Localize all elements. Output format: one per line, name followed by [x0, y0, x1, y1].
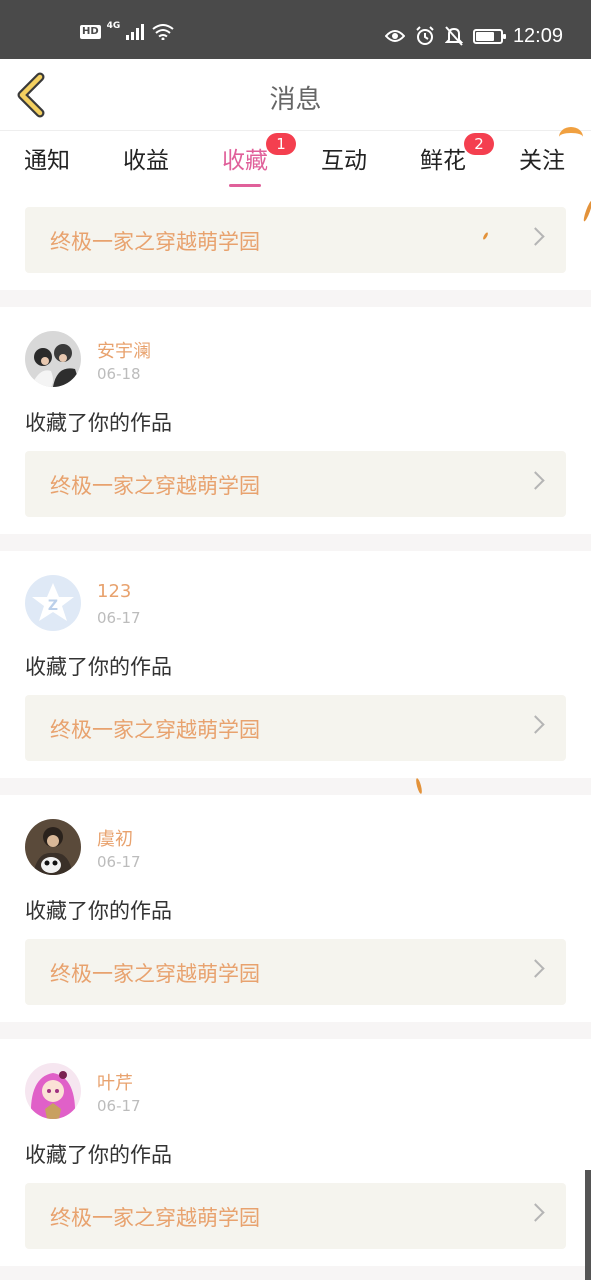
action-text: 收藏了你的作品	[25, 1143, 172, 1167]
tab-earnings[interactable]: 收益	[123, 141, 169, 175]
message-list: 终极一家之穿越萌学园 安宇澜 06-18 收藏了你的作品 终极一家之穿越萌学园	[0, 189, 591, 1266]
tab-label: 互动	[321, 148, 367, 174]
chevron-right-icon	[526, 1203, 545, 1222]
alarm-icon	[416, 26, 434, 45]
tab-label: 关注	[519, 148, 565, 174]
user-name[interactable]: 虞初	[97, 825, 133, 851]
list-item: 安宇澜 06-18 收藏了你的作品 终极一家之穿越萌学园	[0, 307, 591, 534]
eye-icon	[384, 30, 405, 42]
timestamp: 06-17	[97, 853, 141, 871]
avatar[interactable]: Z	[25, 575, 81, 631]
work-link[interactable]: 终极一家之穿越萌学园	[25, 207, 566, 273]
scrollbar[interactable]	[585, 1170, 591, 1280]
tab-favorites[interactable]: 收藏 1	[222, 133, 296, 187]
tab-bar: 通知 收益 收藏 1 互动 鲜花 2 关注	[0, 127, 591, 189]
tab-label: 通知	[24, 148, 70, 174]
timestamp: 06-17	[97, 1097, 141, 1115]
work-title: 终极一家之穿越萌学园	[50, 718, 260, 742]
page-title: 消息	[269, 85, 322, 115]
work-link[interactable]: 终极一家之穿越萌学园	[25, 1183, 566, 1249]
tab-label: 收藏	[222, 148, 268, 174]
work-title: 终极一家之穿越萌学园	[50, 962, 260, 986]
top-bar: 消息	[0, 59, 591, 131]
default-avatar-icon: Z	[25, 575, 81, 631]
unread-badge: 2	[464, 133, 494, 155]
list-item: 叶芹 06-17 收藏了你的作品 终极一家之穿越萌学园	[0, 1039, 591, 1266]
work-title: 终极一家之穿越萌学园	[50, 230, 260, 254]
timestamp: 06-17	[97, 609, 141, 627]
decoration	[559, 127, 583, 147]
tab-interactions[interactable]: 互动	[321, 141, 367, 175]
tab-flowers[interactable]: 鲜花 2	[420, 133, 494, 175]
tab-label: 收益	[123, 148, 169, 174]
wifi-icon	[152, 24, 174, 40]
chevron-right-icon	[526, 715, 545, 734]
status-bar: HD 4G 12:09	[0, 0, 591, 59]
action-text: 收藏了你的作品	[25, 899, 172, 923]
list-item: 虞初 06-17 收藏了你的作品 终极一家之穿越萌学园	[0, 795, 591, 1022]
svg-text:Z: Z	[48, 598, 58, 614]
unread-badge: 1	[266, 133, 296, 155]
work-link[interactable]: 终极一家之穿越萌学园	[25, 939, 566, 1005]
work-title: 终极一家之穿越萌学园	[50, 1206, 260, 1230]
action-text: 收藏了你的作品	[25, 655, 172, 679]
avatar[interactable]	[25, 1063, 81, 1119]
signal-icon	[126, 24, 145, 40]
action-text: 收藏了你的作品	[25, 411, 172, 435]
timestamp: 06-18	[97, 365, 141, 383]
user-name[interactable]: 123	[97, 581, 131, 602]
battery-icon	[472, 28, 506, 44]
user-name[interactable]: 安宇澜	[97, 337, 151, 363]
active-tab-indicator	[229, 184, 261, 187]
chevron-right-icon	[526, 959, 545, 978]
chevron-right-icon	[526, 227, 545, 246]
mute-icon	[444, 26, 463, 46]
avatar[interactable]	[25, 819, 81, 875]
tab-label: 鲜花	[420, 148, 466, 174]
work-link[interactable]: 终极一家之穿越萌学园	[25, 451, 566, 517]
work-title: 终极一家之穿越萌学园	[50, 474, 260, 498]
status-left: HD 4G	[80, 21, 174, 40]
clock: 12:09	[512, 25, 563, 47]
avatar[interactable]	[25, 331, 81, 387]
status-right: 12:09	[384, 22, 563, 50]
hd-icon: HD	[80, 25, 101, 39]
network-type: 4G	[106, 21, 121, 31]
list-item: Z 123 06-17 收藏了你的作品 终极一家之穿越萌学园	[0, 551, 591, 778]
chevron-right-icon	[526, 471, 545, 490]
list-item: 终极一家之穿越萌学园	[0, 189, 591, 290]
tab-notifications[interactable]: 通知	[24, 141, 70, 175]
work-link[interactable]: 终极一家之穿越萌学园	[25, 695, 566, 761]
user-name[interactable]: 叶芹	[97, 1069, 133, 1095]
